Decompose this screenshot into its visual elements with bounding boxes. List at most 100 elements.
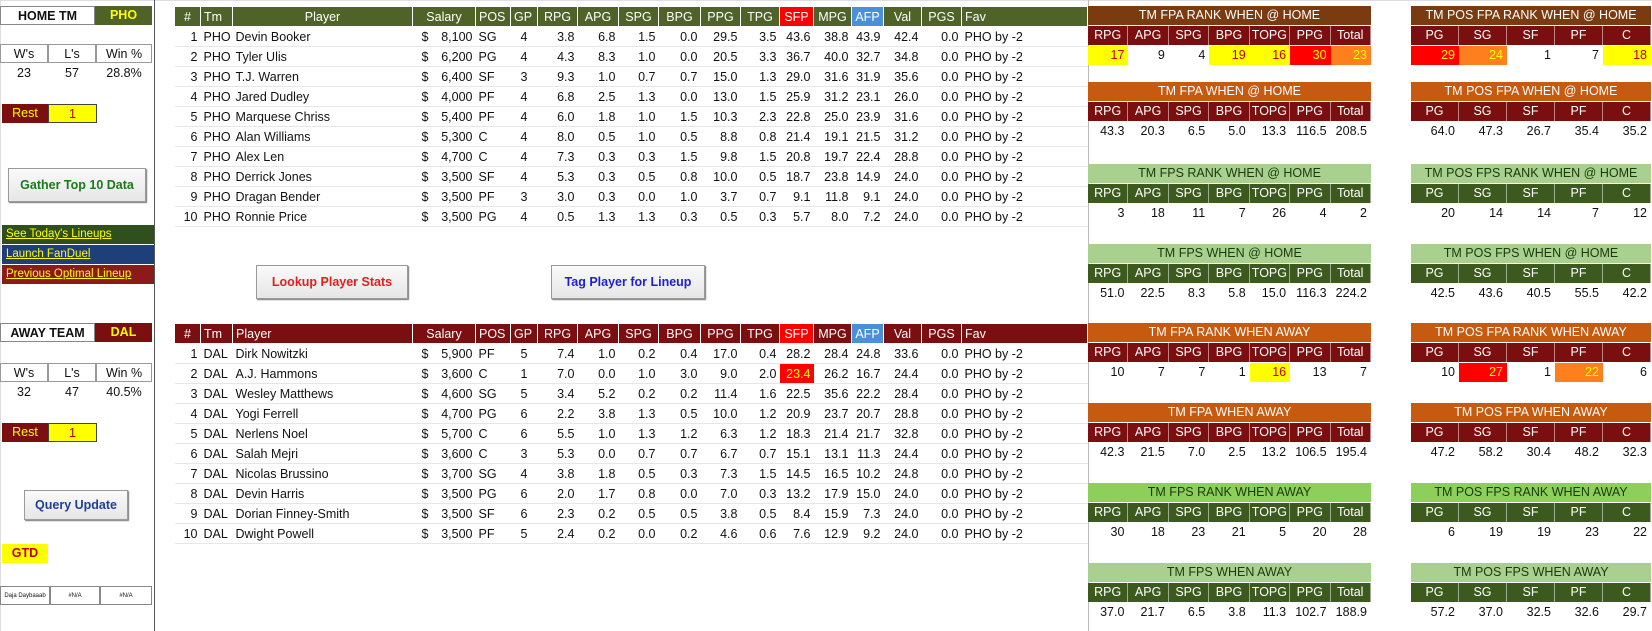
table-row[interactable]: 6 PHO Alan Williams $5,300 C 4 8.0 0.5 1.0 0.5 8.8…	[174, 126, 1088, 147]
table-cell: DAL	[200, 423, 233, 444]
table-row[interactable]: 1 DAL Dirk Nowitzki $5,900 PF 5 7.4 1.0 0.2 0.4 17…	[174, 343, 1088, 364]
table-cell: PHO by -2	[961, 46, 1088, 67]
table-cell: PF	[475, 86, 511, 107]
table-cell: $3,500	[412, 483, 476, 504]
table-cell: 0.0	[921, 343, 962, 364]
panel-values: 10 27 1 22 6	[1411, 363, 1651, 382]
table-cell: A.J. Hammons	[232, 363, 413, 384]
table-row[interactable]: 3 DAL Wesley Matthews $4,600 SG 5 3.4 5.2 0.2 0.2…	[174, 383, 1088, 404]
panel-col-header: SG	[1459, 184, 1507, 203]
table-cell: 1.8	[577, 463, 619, 484]
table-cell: PHO	[200, 26, 233, 47]
table-cell: Tyler Ulis	[232, 46, 413, 67]
panel-col-header: Total	[1331, 503, 1371, 522]
panel-col-header: BPG	[1209, 583, 1250, 602]
table-row[interactable]: 10 DAL Dwight Powell $3,500 PF 5 2.4 0.2 0.0 0.2 4…	[174, 523, 1088, 544]
table-row[interactable]: 9 PHO Dragan Bender $3,500 PF 3 3.0 0.3 0.0 1.0 3.…	[174, 186, 1088, 207]
lookup-player-stats-button[interactable]: Lookup Player Stats	[256, 265, 408, 299]
away-rest-label: Rest	[2, 423, 48, 442]
salary-value: 5,900	[441, 346, 473, 361]
currency-sign: $	[421, 366, 429, 381]
panel-value: 48.2	[1574, 445, 1599, 459]
panel-title: TM POS FPA RANK WHEN @ HOME	[1411, 6, 1651, 25]
panel-col-header: PG	[1411, 102, 1459, 121]
table-row[interactable]: 2 PHO Tyler Ulis $6,200 PG 4 4.3 8.3 1.0 0.0 20.5 3…	[174, 46, 1088, 67]
table-cell: SF	[475, 503, 511, 524]
table-cell: 0.5	[577, 126, 619, 147]
table-cell: 5.7	[779, 206, 814, 227]
currency-sign: $	[421, 129, 429, 144]
table-cell: 22.4	[851, 146, 884, 167]
table-cell: 4	[510, 206, 538, 227]
table-cell: $4,000	[412, 86, 476, 107]
table-cell: 10	[174, 206, 201, 227]
table-cell: PHO	[200, 186, 233, 207]
table-cell: 0.5	[658, 126, 701, 147]
table-cell: 21.4	[813, 423, 852, 444]
panel-col-header: PG	[1411, 503, 1459, 522]
panel-title: TM POS FPS RANK WHEN @ HOME	[1411, 164, 1651, 183]
table-cell: 0.3	[740, 206, 780, 227]
panel-value: 2.5	[1228, 445, 1246, 459]
salary-value: 6,200	[441, 49, 473, 64]
salary-value: 4,700	[441, 406, 473, 421]
home-col-header-ppg: PPG	[700, 6, 741, 27]
table-row[interactable]: 5 DAL Nerlens Noel $5,700 C 6 5.5 1.0 1.3 1.2 6.3 1…	[174, 423, 1088, 444]
table-cell: PG	[475, 46, 511, 67]
panel-value: 7	[1198, 365, 1206, 379]
panel-value: 18	[1603, 46, 1651, 65]
panel-value: 16	[1249, 363, 1291, 382]
home-losses: 57	[65, 66, 79, 80]
previous-optimal-link[interactable]: Previous Optimal Lineup	[2, 265, 154, 284]
table-row[interactable]: 4 DAL Yogi Ferrell $4,700 PG 6 2.2 3.8 1.3 0.5 10.…	[174, 403, 1088, 424]
table-row[interactable]: 6 DAL Salah Mejri $3,600 C 3 5.3 0.0 0.7 0.7 6.7 0.…	[174, 443, 1088, 464]
table-cell: PF	[475, 523, 511, 544]
table-cell: 22.5	[779, 383, 814, 404]
panel-col-header: PF	[1555, 184, 1603, 203]
table-row[interactable]: 1 PHO Devin Booker $8,100 SG 4 3.8 6.8 1.5 0.0 29.…	[174, 26, 1088, 47]
home-pct-label: Win %	[96, 44, 152, 63]
away-col-header-afp: AFP	[851, 323, 884, 344]
panel-col-header: RPG	[1088, 264, 1129, 283]
table-cell: $5,900	[412, 343, 476, 364]
table-cell: PHO by -2	[961, 343, 1088, 364]
table-row[interactable]: 7 PHO Alex Len $4,700 C 4 7.3 0.3 0.3 1.5 9.8 1.5 20…	[174, 146, 1088, 167]
panel-col-header: Total	[1331, 423, 1371, 442]
table-row[interactable]: 8 DAL Devin Harris $3,500 PG 6 2.0 1.7 0.8 0.0 7.0…	[174, 483, 1088, 504]
panel-col-header: SF	[1507, 343, 1555, 362]
panel-col-header: SF	[1507, 26, 1555, 45]
panel-col-header: BPG	[1209, 503, 1250, 522]
table-cell: 4.3	[537, 46, 578, 67]
panel-value: 10	[1441, 365, 1455, 379]
table-row[interactable]: 8 PHO Derrick Jones $3,500 SF 4 5.3 0.3 0.5 0.8 10…	[174, 166, 1088, 187]
table-cell: Dwight Powell	[232, 523, 413, 544]
table-row[interactable]: 7 DAL Nicolas Brussino $3,700 SG 4 3.8 1.8 0.5 0.…	[174, 463, 1088, 484]
table-cell: 3.0	[658, 363, 701, 384]
table-cell: 11.4	[700, 383, 741, 404]
table-cell: 1.0	[618, 363, 659, 384]
see-lineups-link[interactable]: See Today's Lineups	[2, 225, 154, 244]
table-cell: 23.1	[851, 86, 884, 107]
table-cell: 1.5	[658, 146, 701, 167]
panel-col-header: SPG	[1169, 343, 1210, 362]
panel-column-headers: RPG APG SPG BPG TOPG PPG Total	[1088, 264, 1371, 283]
table-cell: 24.0	[883, 483, 922, 504]
table-cell: 0.0	[921, 186, 962, 207]
tag-player-lineup-button[interactable]: Tag Player for Lineup	[551, 265, 705, 299]
query-update-button[interactable]: Query Update	[24, 490, 128, 520]
table-row[interactable]: 3 PHO T.J. Warren $6,400 SF 3 9.3 1.0 0.7 0.7 15.0…	[174, 66, 1088, 87]
table-cell: $4,700	[412, 403, 476, 424]
table-cell: 25.0	[813, 106, 852, 127]
panel-value: 30.4	[1526, 445, 1551, 459]
table-row[interactable]: 10 PHO Ronnie Price $3,500 PG 4 0.5 1.3 1.3 0.3 0.…	[174, 206, 1088, 227]
panel-col-header: Total	[1331, 184, 1371, 203]
table-row[interactable]: 4 PHO Jared Dudley $4,000 PF 4 6.8 2.5 1.3 0.0 13.…	[174, 86, 1088, 107]
table-row[interactable]: 5 PHO Marquese Chriss $5,400 PF 4 6.0 1.8 1.0 1.5…	[174, 106, 1088, 127]
table-row[interactable]: 9 DAL Dorian Finney-Smith $3,500 SF 6 2.3 0.2 0.…	[174, 503, 1088, 524]
panel-col-header: APG	[1128, 264, 1169, 283]
gather-top10-button[interactable]: Gather Top 10 Data	[8, 168, 146, 202]
panel-value: 19	[1537, 525, 1551, 539]
table-row[interactable]: 2 DAL A.J. Hammons $3,600 C 1 7.0 0.0 1.0 3.0 9.0 2…	[174, 363, 1088, 384]
launch-fanduel-link[interactable]: Launch FanDuel	[2, 245, 154, 264]
home-l-label: L's	[48, 44, 96, 63]
